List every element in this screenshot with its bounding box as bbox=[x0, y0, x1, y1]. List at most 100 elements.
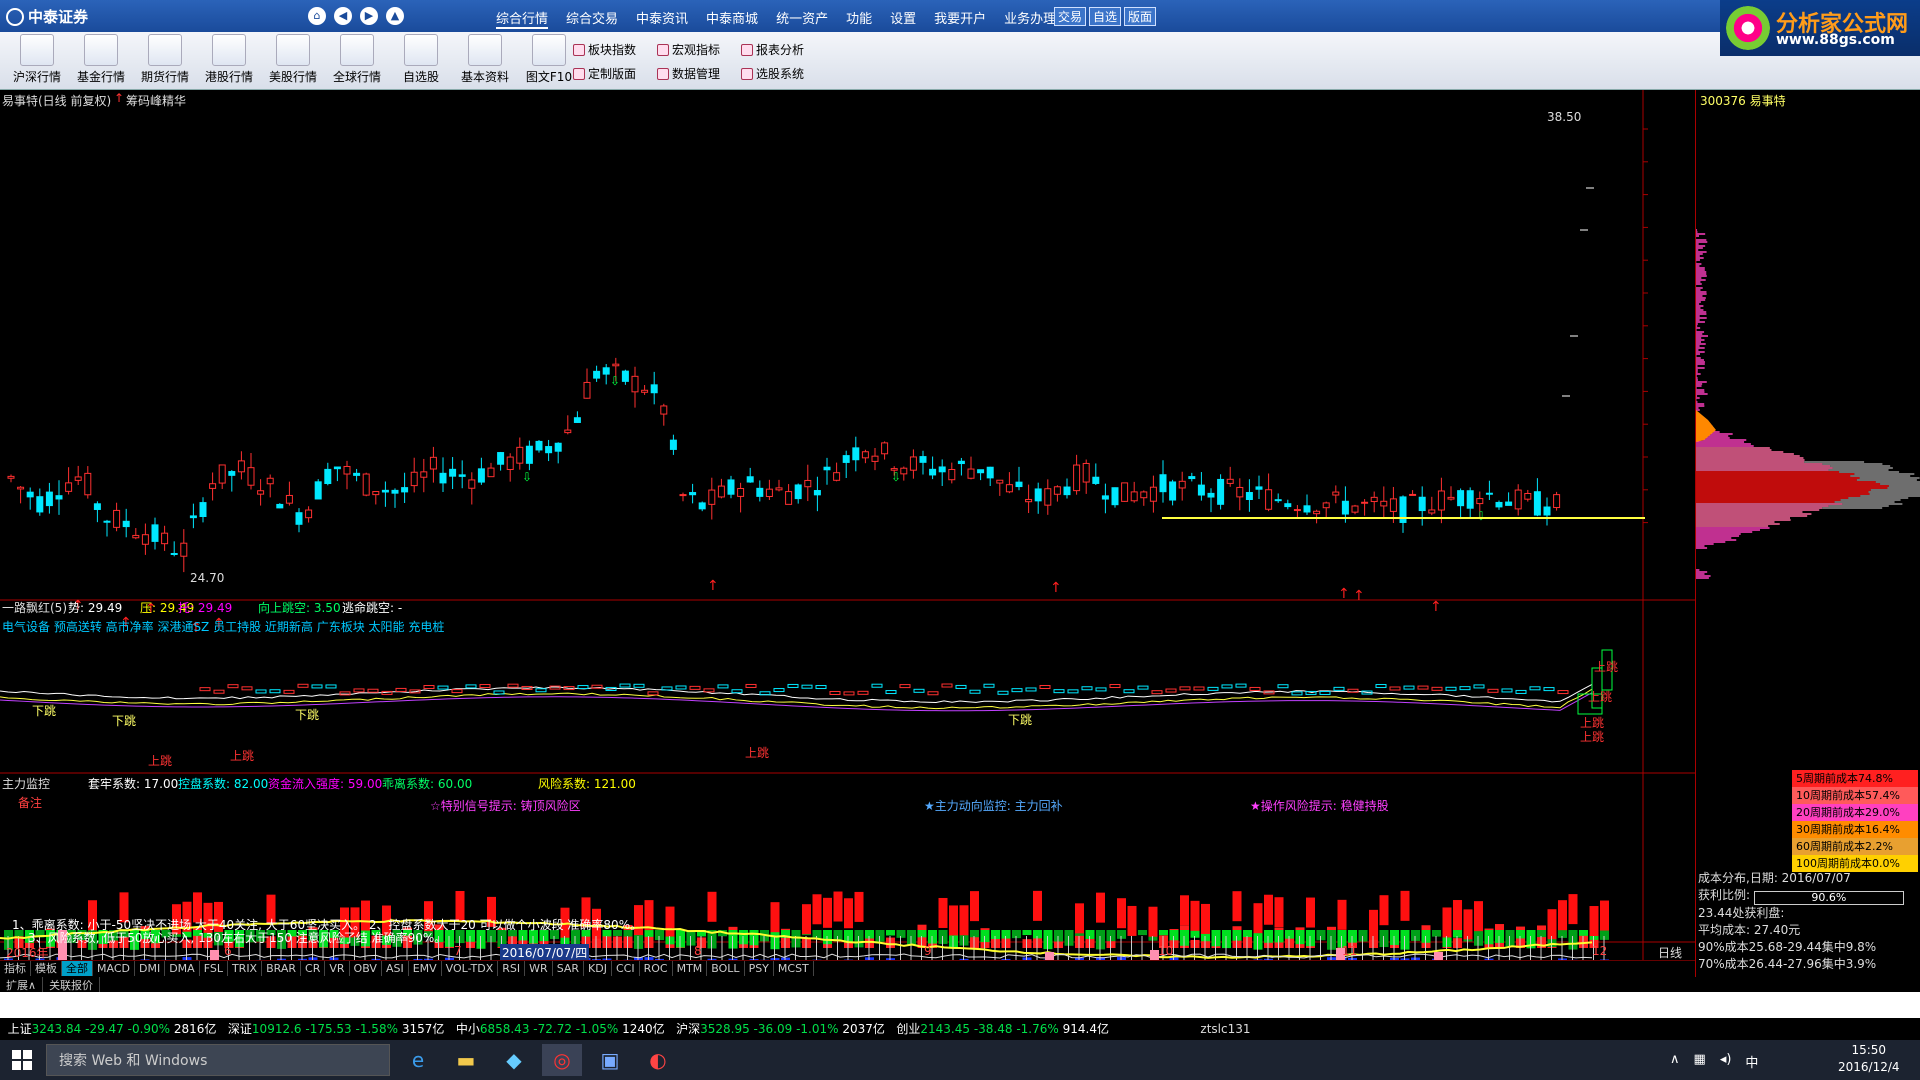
indicator-tab[interactable]: SAR bbox=[553, 961, 585, 976]
svg-text:⇩: ⇩ bbox=[891, 470, 901, 484]
cost-90: 90%成本25.68-29.44集中9.8% bbox=[1698, 940, 1877, 954]
quick-button-0[interactable]: 交易 bbox=[1054, 7, 1087, 26]
toolbar-label: 港股行情 bbox=[204, 70, 253, 84]
globe-icon bbox=[6, 8, 24, 26]
window-app-icon[interactable]: ▣ bbox=[590, 1044, 630, 1076]
network-icon[interactable]: ▦ bbox=[1694, 1052, 1706, 1071]
trading-app-icon[interactable]: ◎ bbox=[542, 1044, 582, 1076]
profit-line: 23.44处获利盘: bbox=[1698, 906, 1785, 920]
index-1[interactable]: 深证10912.6 -175.53 -1.58% 3157亿 bbox=[228, 1022, 444, 1036]
indicator-tab[interactable]: CCI bbox=[612, 961, 640, 976]
indicator-tabs-2: 扩展∧ 关联报价 bbox=[0, 977, 1920, 992]
folder-icon[interactable]: ▬ bbox=[446, 1044, 486, 1076]
chart-icon bbox=[532, 34, 566, 66]
indicator-tab[interactable]: PSY bbox=[745, 961, 774, 976]
index-4[interactable]: 创业2143.45 -38.48 -1.76% 914.4亿 bbox=[896, 1022, 1109, 1036]
indicator-tab[interactable]: 模板 bbox=[31, 961, 62, 976]
toolbar-small-5[interactable]: 选股系统 bbox=[738, 64, 807, 83]
quick-button-2[interactable]: 版面 bbox=[1124, 7, 1157, 26]
edge-icon[interactable]: e bbox=[398, 1044, 438, 1076]
indicator-tab[interactable]: ROC bbox=[640, 961, 673, 976]
toolbar-button-5[interactable]: 全球行情 bbox=[326, 34, 388, 88]
indicator-tab[interactable]: BRAR bbox=[262, 961, 302, 976]
clock[interactable]: 15:50 2016/12/4 bbox=[1838, 1042, 1900, 1076]
ime-indicator[interactable]: 中 bbox=[1745, 1052, 1758, 1071]
toolbar-button-6[interactable]: 自选股 bbox=[390, 34, 452, 88]
quick-buttons: 交易 自选 版面 bbox=[1054, 7, 1157, 26]
cost-row: 5周期前成本74.8% bbox=[1792, 770, 1918, 787]
note-label: 备注 bbox=[18, 796, 43, 810]
index-2[interactable]: 中小6858.43 -72.72 -1.05% 1240亿 bbox=[456, 1022, 665, 1036]
menu-item-7[interactable]: 我要开户 bbox=[934, 8, 986, 29]
menu-item-3[interactable]: 中泰商城 bbox=[706, 8, 758, 29]
up-arrow-icon: ↑ bbox=[114, 91, 125, 105]
indicator-tab[interactable]: DMA bbox=[165, 961, 200, 976]
toolbar-button-7[interactable]: 基本资料 bbox=[454, 34, 516, 88]
toolbar-button-3[interactable]: 港股行情 bbox=[198, 34, 260, 88]
toolbar-small-2[interactable]: 报表分析 bbox=[738, 40, 807, 59]
indicator-tab[interactable]: CR bbox=[301, 961, 326, 976]
windows-start-icon[interactable] bbox=[12, 1050, 32, 1070]
cost-list: 5周期前成本74.8% 10周期前成本57.4% 20周期前成本29.0% 30周期前… bbox=[1792, 770, 1918, 872]
indicator-tab[interactable]: KDJ bbox=[584, 961, 612, 976]
menu-item-1[interactable]: 综合交易 bbox=[566, 8, 618, 29]
forward-icon[interactable]: ▶ bbox=[360, 7, 378, 25]
taskbar-search[interactable]: 搜索 Web 和 Windows bbox=[46, 1044, 390, 1076]
cost-row: 30周期前成本16.4% bbox=[1792, 821, 1918, 838]
panel2-tags: 电气设备 预高送转 高市净率 深港通SZ 员工持股 近期新高 广东板块 太阳能 … bbox=[2, 620, 445, 634]
panel3-name: 主力监控 bbox=[2, 777, 51, 791]
index-0[interactable]: 上证3243.84 -29.47 -0.90% 2816亿 bbox=[8, 1022, 217, 1036]
index-3[interactable]: 沪深3528.95 -36.09 -1.01% 2037亿 bbox=[676, 1022, 885, 1036]
indicator-tab[interactable]: VR bbox=[325, 961, 350, 976]
indicator-tab[interactable]: TRIX bbox=[228, 961, 263, 976]
extend-tab[interactable]: 关联报价 bbox=[43, 977, 101, 992]
jump-mark: 下跳 bbox=[295, 708, 320, 722]
toolbar-small-0[interactable]: 板块指数 bbox=[570, 40, 639, 59]
toolbar-small-1[interactable]: 宏观指标 bbox=[654, 40, 723, 59]
app-icon[interactable]: ◆ bbox=[494, 1044, 534, 1076]
menu-item-2[interactable]: 中泰资讯 bbox=[636, 8, 688, 29]
indicator-tab[interactable]: MCST bbox=[774, 961, 814, 976]
indicator-tab[interactable]: OBV bbox=[350, 961, 382, 976]
home-icon[interactable]: ⌂ bbox=[308, 7, 326, 25]
menu-item-8[interactable]: 业务办理 bbox=[1004, 8, 1056, 29]
toolbar-button-2[interactable]: 期货行情 bbox=[134, 34, 196, 88]
toolbar-button-1[interactable]: 基金行情 bbox=[70, 34, 132, 88]
min-price-label: 24.70 bbox=[190, 571, 225, 585]
up-icon[interactable]: ▲ bbox=[386, 7, 404, 25]
menu-item-0[interactable]: 综合行情 bbox=[496, 8, 549, 29]
month-label: 12 bbox=[1592, 944, 1608, 958]
menu-item-5[interactable]: 功能 bbox=[846, 8, 872, 29]
indicator-tab[interactable]: RSI bbox=[498, 961, 526, 976]
tray-up-icon[interactable]: ∧ bbox=[1670, 1052, 1680, 1071]
indicator-tab[interactable]: FSL bbox=[200, 961, 228, 976]
volume-icon[interactable]: ◂) bbox=[1720, 1052, 1732, 1071]
indicator-tab[interactable]: 全部 bbox=[62, 961, 93, 976]
indicator-tab[interactable]: 指标 bbox=[0, 961, 31, 976]
menu-item-4[interactable]: 统一资产 bbox=[776, 8, 828, 29]
jump-mark: 上跳 bbox=[745, 746, 770, 760]
indicator-tab[interactable]: MACD bbox=[93, 961, 135, 976]
toolbar-button-0[interactable]: 沪深行情 bbox=[6, 34, 68, 88]
indicator-tab[interactable]: WR bbox=[525, 961, 553, 976]
toolbar-button-4[interactable]: 美股行情 bbox=[262, 34, 324, 88]
chart-icon bbox=[340, 34, 374, 66]
toolbar-small-3[interactable]: 定制版面 bbox=[570, 64, 639, 83]
desc-2: 3、风险系数, 低于50放心买入, 130左右大于150 注意风险了结 准确率9… bbox=[28, 931, 447, 945]
extend-tab[interactable]: 扩展∧ bbox=[0, 977, 44, 992]
back-icon[interactable]: ◀ bbox=[334, 7, 352, 25]
toolbar-label: 美股行情 bbox=[268, 70, 317, 84]
red-app-icon[interactable]: ◐ bbox=[638, 1044, 678, 1076]
toolbar-small-4[interactable]: 数据管理 bbox=[654, 64, 723, 83]
chart-area[interactable]: ↑↑↑↑ ↑↑ ↑ ↑ ↑↑⇩⇩ ⇩⇩ bbox=[0, 90, 1695, 960]
panel2-metric: 势: 29.49 bbox=[68, 601, 123, 615]
svg-text:⇩: ⇩ bbox=[1476, 509, 1486, 523]
indicator-tab[interactable]: MTM bbox=[673, 961, 708, 976]
menu-item-6[interactable]: 设置 bbox=[890, 8, 916, 29]
indicator-tab[interactable]: VOL-TDX bbox=[442, 961, 499, 976]
indicator-tab[interactable]: DMI bbox=[135, 961, 166, 976]
quick-button-1[interactable]: 自选 bbox=[1089, 7, 1122, 26]
indicator-tab[interactable]: ASI bbox=[382, 961, 409, 976]
indicator-tab[interactable]: BOLL bbox=[707, 961, 745, 976]
indicator-tab[interactable]: EMV bbox=[409, 961, 442, 976]
